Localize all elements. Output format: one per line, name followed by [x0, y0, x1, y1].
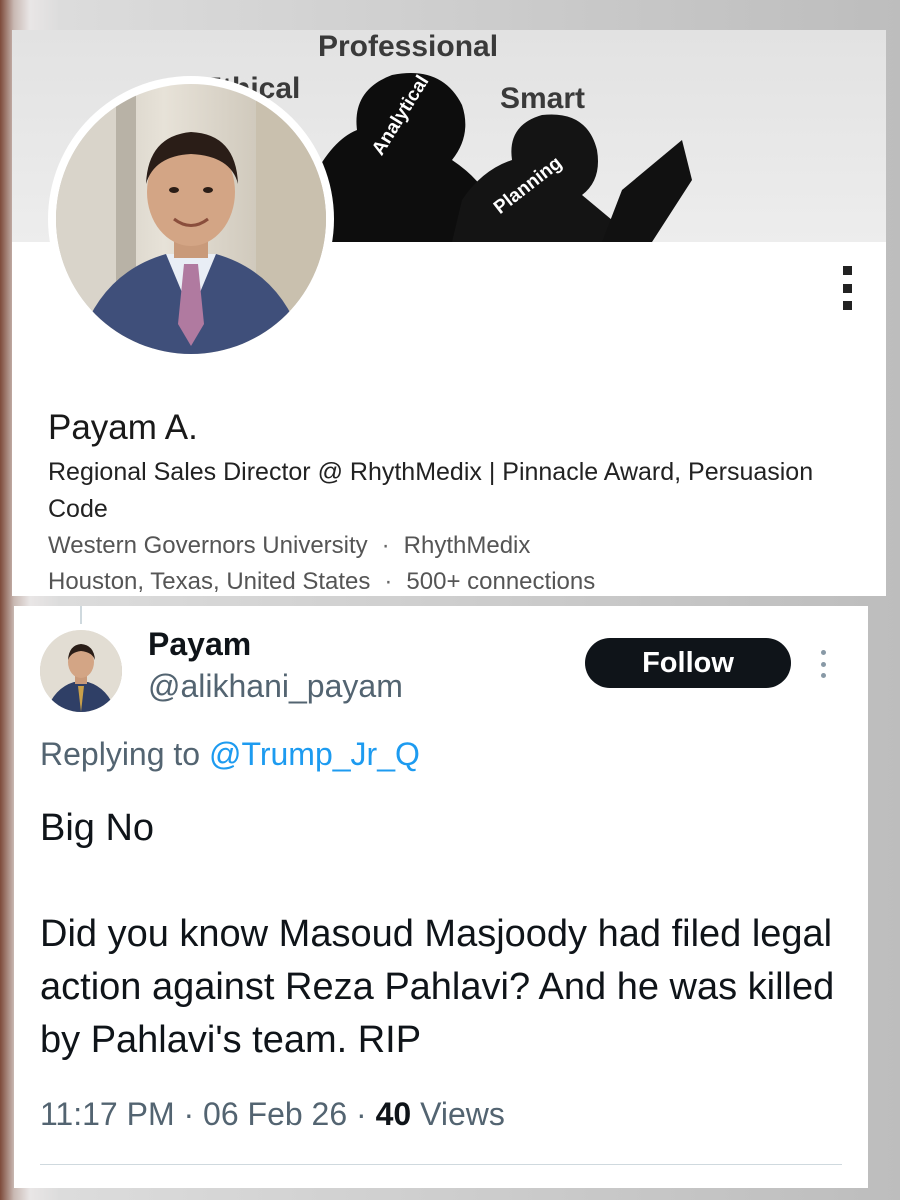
tweet-card: Payam @alikhani_payam Follow Replying to…: [14, 606, 868, 1188]
banner-word-smart: Smart: [500, 82, 586, 115]
tweet-date[interactable]: 06 Feb 26: [203, 1096, 347, 1132]
views-label: Views: [420, 1096, 505, 1132]
profile-location-connections: Houston, Texas, United States · 500+ conne…: [48, 568, 595, 596]
profile-headline: Regional Sales Director @ RhythMedix | P…: [48, 458, 814, 523]
separator-dot: ·: [381, 532, 390, 559]
separator-dot: ·: [183, 1096, 195, 1132]
divider: [40, 1164, 842, 1165]
education-link[interactable]: Western Governors University: [48, 532, 368, 559]
separator-dot: ·: [384, 568, 393, 595]
replying-to: Replying to @Trump_Jr_Q: [40, 736, 420, 773]
company-link[interactable]: RhythMedix: [404, 532, 531, 559]
profile-education-company: Western Governors University · RhythMedix: [48, 532, 530, 560]
tweet-handle[interactable]: @alikhani_payam: [148, 668, 403, 705]
thread-line: [80, 606, 82, 624]
linkedin-profile-card: Professional Ethical Smart Analytical Pl…: [12, 30, 886, 596]
replying-to-mention[interactable]: @Trump_Jr_Q: [209, 736, 420, 772]
tweet-text: Big No Did you know Masoud Masjoody had …: [40, 802, 850, 1067]
tweet-paragraph: Did you know Masoud Masjoody had filed l…: [40, 913, 835, 1061]
connections-link[interactable]: 500+ connections: [406, 568, 595, 595]
tweet-meta: 11:17 PM · 06 Feb 26 · 40 Views: [40, 1096, 505, 1133]
profile-photo[interactable]: [48, 76, 334, 362]
views-count: 40: [375, 1096, 412, 1132]
profile-name: Payam A.: [48, 408, 198, 447]
follow-button[interactable]: Follow: [585, 638, 791, 688]
tweet-more-icon[interactable]: [820, 650, 826, 678]
tweet-avatar[interactable]: [40, 630, 122, 712]
separator-dot: ·: [356, 1096, 367, 1132]
banner-word-professional: Professional: [318, 30, 499, 63]
location-text: Houston, Texas, United States: [48, 568, 371, 595]
replying-to-label: Replying to: [40, 736, 201, 772]
tweet-avatar-image: [40, 630, 122, 712]
tweet-display-name[interactable]: Payam: [148, 626, 251, 663]
profile-photo-image: [56, 84, 326, 354]
more-options-icon[interactable]: [840, 266, 854, 310]
tweet-time[interactable]: 11:17 PM: [40, 1096, 175, 1132]
tweet-paragraph: Big No: [40, 807, 155, 849]
